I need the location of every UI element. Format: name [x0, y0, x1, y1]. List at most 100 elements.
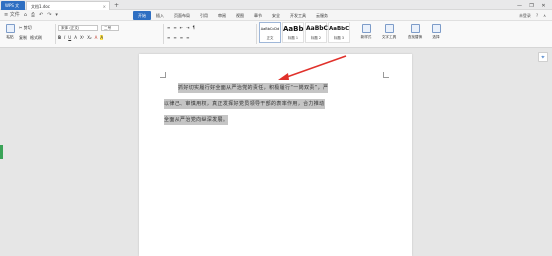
cursor-icon [431, 24, 441, 33]
text-line: 抓好切实履行好全面从严治党的责任，积极履行“一岗双责”，严 [178, 83, 329, 93]
menu-bar: ≡ 文件 ⌂ ⎙ ↶ ↷ ▾ 开始 插入 页面布局 引用 审阅 视图 章节 安全… [0, 10, 552, 21]
menu-right-area: 未登录 ? ∧ [519, 11, 546, 20]
window-controls: — ❐ ✕ [515, 1, 548, 10]
new-tab-button[interactable]: + [114, 1, 119, 10]
menu-tab-review[interactable]: 审阅 [213, 11, 231, 20]
location-icon[interactable]: ⌖ [538, 52, 548, 62]
font-name-select[interactable]: 宋体 (正文) [58, 25, 98, 31]
find-replace-label: 查找替换 [407, 35, 423, 39]
paste-icon [5, 24, 15, 33]
clipboard-row-1: ✂ 剪切 [19, 25, 32, 31]
number-list-icon[interactable]: ≡ [173, 25, 176, 30]
left-edge-marker [0, 145, 3, 159]
clipboard-row-2: 复制 格式刷 [19, 35, 42, 41]
align-left-icon[interactable]: ≡ [167, 35, 170, 40]
file-menu-button[interactable]: ≡ 文件 [4, 11, 20, 20]
document-tab[interactable]: 文档1.doc × [26, 1, 110, 10]
underline-button[interactable]: U [68, 35, 71, 40]
search-icon [410, 24, 420, 33]
format-painter-button[interactable]: 格式刷 [30, 35, 42, 41]
style-heading-2[interactable]: AaBbC 标题 2 [305, 22, 328, 43]
paste-button[interactable]: 粘贴 [4, 24, 16, 40]
style-sample: AaBb [283, 25, 304, 33]
style-gallery: AaBbCcDd 正文 AaBb 标题 1 AaBbC 标题 2 AaBbC 标… [259, 22, 351, 43]
separator [163, 24, 164, 44]
increase-indent-icon[interactable]: ⇥ [186, 25, 189, 30]
style-name: 标题 2 [310, 36, 322, 40]
paragraph-mark-icon[interactable]: ¶ [192, 25, 195, 30]
menu-tab-view[interactable]: 视图 [231, 11, 249, 20]
format-row: B I U A X² X₂ A A [58, 35, 104, 40]
find-replace-button[interactable]: 查找替换 [404, 24, 426, 40]
undo-icon[interactable]: ↶ [39, 11, 43, 20]
select-label: 选择 [432, 35, 440, 39]
subscript-button[interactable]: X₂ [87, 35, 91, 40]
menu-tab-security[interactable]: 安全 [267, 11, 285, 20]
font-row: 宋体 (正文) 二号 [58, 25, 119, 31]
style-normal[interactable]: AaBbCcDd 正文 [259, 22, 281, 43]
decrease-indent-icon[interactable]: ⇤ [180, 25, 183, 30]
cut-button[interactable]: ✂ 剪切 [19, 25, 32, 31]
separator [256, 24, 257, 44]
margin-corner-mark [160, 72, 166, 78]
menu-tab-section[interactable]: 章节 [249, 11, 267, 20]
collapse-ribbon-icon[interactable]: ∧ [543, 11, 546, 20]
menu-tab-insert[interactable]: 插入 [151, 11, 169, 20]
bullet-list-icon[interactable]: ≡ [167, 25, 170, 30]
style-sample: AaBbC [306, 25, 328, 32]
selected-paragraph[interactable]: 抓好切实履行好全面从严治党的责任，积极履行“一岗双责”，严 以律己、审慎用权，真… [164, 83, 389, 131]
style-name: 正文 [266, 36, 274, 40]
font-effects-button[interactable]: A [74, 35, 77, 40]
document-page[interactable]: 抓好切实履行好全面从严治党的责任，积极履行“一岗双责”，严 以律己、审慎用权，真… [139, 54, 412, 256]
copy-button[interactable]: 复制 [19, 35, 27, 41]
menu-tab-references[interactable]: 引用 [195, 11, 213, 20]
new-style-button[interactable]: 新样式 [356, 24, 376, 40]
print-icon[interactable]: ⎙ [31, 11, 35, 20]
text-tools-label: 文字工具 [381, 35, 397, 39]
style-heading-1[interactable]: AaBb 标题 1 [282, 22, 304, 43]
new-style-label: 新样式 [360, 35, 372, 39]
margin-corner-mark [383, 72, 389, 78]
italic-button[interactable]: I [64, 35, 65, 40]
paragraph-row-1: ≡ ≡ ⇤ ⇥ ¶ [167, 25, 195, 30]
ribbon-toolbar: 粘贴 ✂ 剪切 复制 格式刷 宋体 (正文) 二号 B I U A X² X₂ … [0, 21, 552, 48]
style-sample: AaBbCcDd [260, 27, 280, 31]
redo-icon[interactable]: ↷ [47, 11, 51, 20]
style-heading-3[interactable]: AaBbC 标题 3 [328, 22, 350, 43]
login-status[interactable]: 未登录 [519, 11, 531, 20]
bold-button[interactable]: B [58, 35, 61, 40]
wps-app-tab[interactable]: WPS 文字 [1, 1, 25, 17]
paragraph-row-2: ≡ ≡ ≡ ≡ [167, 35, 189, 40]
text-tools-icon [384, 24, 394, 33]
new-style-icon [361, 24, 371, 33]
menu-tab-cloud[interactable]: 云服务 [311, 11, 333, 20]
font-size-select[interactable]: 二号 [101, 25, 119, 31]
quick-access-toolbar: ≡ 文件 ⌂ ⎙ ↶ ↷ ▾ [4, 11, 58, 20]
restore-icon[interactable]: ❐ [527, 2, 536, 10]
menu-tab-developer[interactable]: 开发工具 [285, 11, 311, 20]
customize-dropdown-icon[interactable]: ▾ [55, 11, 58, 20]
minimize-icon[interactable]: — [515, 2, 524, 10]
style-sample: AaBbC [329, 26, 350, 32]
justify-icon[interactable]: ≡ [186, 35, 189, 40]
text-line: 以律己、审慎用权，真正发挥好党员领导干部的表率作用，合力推动 [164, 99, 325, 109]
align-center-icon[interactable]: ≡ [173, 35, 176, 40]
home-icon[interactable]: ⌂ [24, 11, 27, 20]
close-window-icon[interactable]: ✕ [539, 2, 548, 10]
text-tools-button[interactable]: 文字工具 [378, 24, 400, 40]
select-button[interactable]: 选择 [428, 24, 444, 40]
align-right-icon[interactable]: ≡ [180, 35, 183, 40]
highlight-button[interactable]: A [100, 35, 104, 40]
separator [55, 24, 56, 44]
help-icon[interactable]: ? [536, 11, 538, 20]
text-line: 全面从严治党向纵深发展。 [164, 115, 229, 125]
paste-label: 粘贴 [6, 35, 14, 39]
menu-tabs: 开始 插入 页面布局 引用 审阅 视图 章节 安全 开发工具 云服务 [133, 11, 333, 20]
font-color-button[interactable]: A [95, 35, 98, 40]
title-bar: WPS 文字 文档1.doc × + — ❐ ✕ [0, 0, 552, 17]
menu-tab-home[interactable]: 开始 [133, 11, 151, 20]
menu-tab-page-layout[interactable]: 页面布局 [169, 11, 195, 20]
style-name: 标题 1 [287, 36, 299, 40]
style-name: 标题 3 [333, 36, 345, 40]
superscript-button[interactable]: X² [80, 35, 84, 40]
